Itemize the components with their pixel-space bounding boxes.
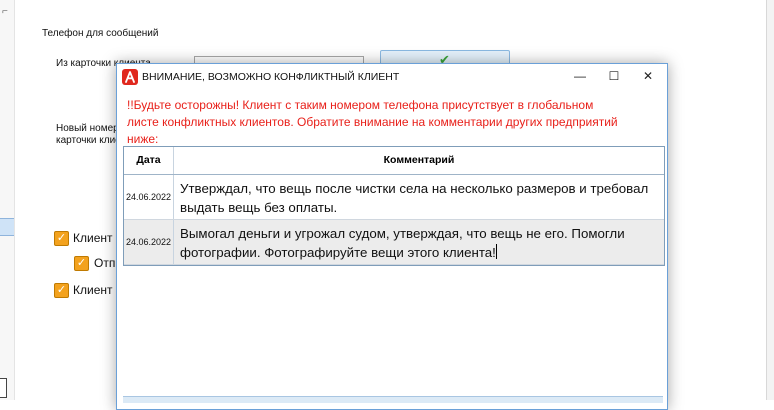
left-panel-edge: ⌐: [0, 0, 15, 400]
conflict-warning-text: !!Будьте осторожны! Клиент с таким номер…: [127, 98, 618, 146]
text-caret: [495, 244, 497, 259]
row-date: 24.06.2022: [124, 175, 174, 219]
checkbox-sub-option[interactable]: ✓: [74, 256, 89, 271]
comments-table-header: Дата Комментарий: [124, 147, 664, 175]
checkbox-client-1-label: Клиент с: [73, 231, 122, 245]
scroll-arrow-icon: ⌐: [2, 6, 8, 17]
left-panel-field[interactable]: [0, 378, 7, 398]
checkbox-sub-option-label: Отп: [94, 256, 116, 270]
checkbox-client-2[interactable]: ✓: [54, 283, 69, 298]
app-logo-icon: [122, 69, 138, 85]
right-scrollbar-edge[interactable]: [766, 0, 774, 400]
section-title-phone: Телефон для сообщений: [42, 28, 159, 39]
row-comment: Утверждал, что вещь после чистки села на…: [180, 181, 649, 215]
table-row[interactable]: 24.06.2022 Утверждал, что вещь после чис…: [124, 175, 664, 220]
row-comment-editing[interactable]: Вымогал деньги и угрожал судом, утвержда…: [180, 224, 658, 262]
minimize-icon[interactable]: —: [563, 64, 597, 88]
row-comment-text: Вымогал деньги и угрожал судом, утвержда…: [180, 226, 625, 260]
column-header-date[interactable]: Дата: [124, 147, 174, 174]
new-number-label-line2: карточки клие: [56, 135, 121, 146]
checkbox-client-2-label: Клиент с: [73, 283, 122, 297]
column-header-comment[interactable]: Комментарий: [174, 147, 664, 174]
dialog-titlebar[interactable]: ВНИМАНИЕ, ВОЗМОЖНО КОНФЛИКТНЫЙ КЛИЕНТ — …: [117, 64, 667, 90]
left-panel-selected-item[interactable]: [0, 218, 14, 236]
table-row[interactable]: 24.06.2022 Вымогал деньги и угрожал судо…: [124, 220, 664, 265]
dialog-title: ВНИМАНИЕ, ВОЗМОЖНО КОНФЛИКТНЫЙ КЛИЕНТ: [142, 71, 400, 83]
checkbox-client-1[interactable]: ✓: [54, 231, 69, 246]
maximize-icon[interactable]: ☐: [597, 64, 631, 88]
close-icon[interactable]: ✕: [631, 64, 665, 88]
comments-table: Дата Комментарий 24.06.2022 Утверждал, ч…: [123, 146, 665, 266]
new-number-label: Новый номер: [56, 123, 119, 134]
row-date: 24.06.2022: [124, 220, 174, 264]
conflict-client-dialog: ВНИМАНИЕ, ВОЗМОЖНО КОНФЛИКТНЫЙ КЛИЕНТ — …: [116, 63, 668, 410]
